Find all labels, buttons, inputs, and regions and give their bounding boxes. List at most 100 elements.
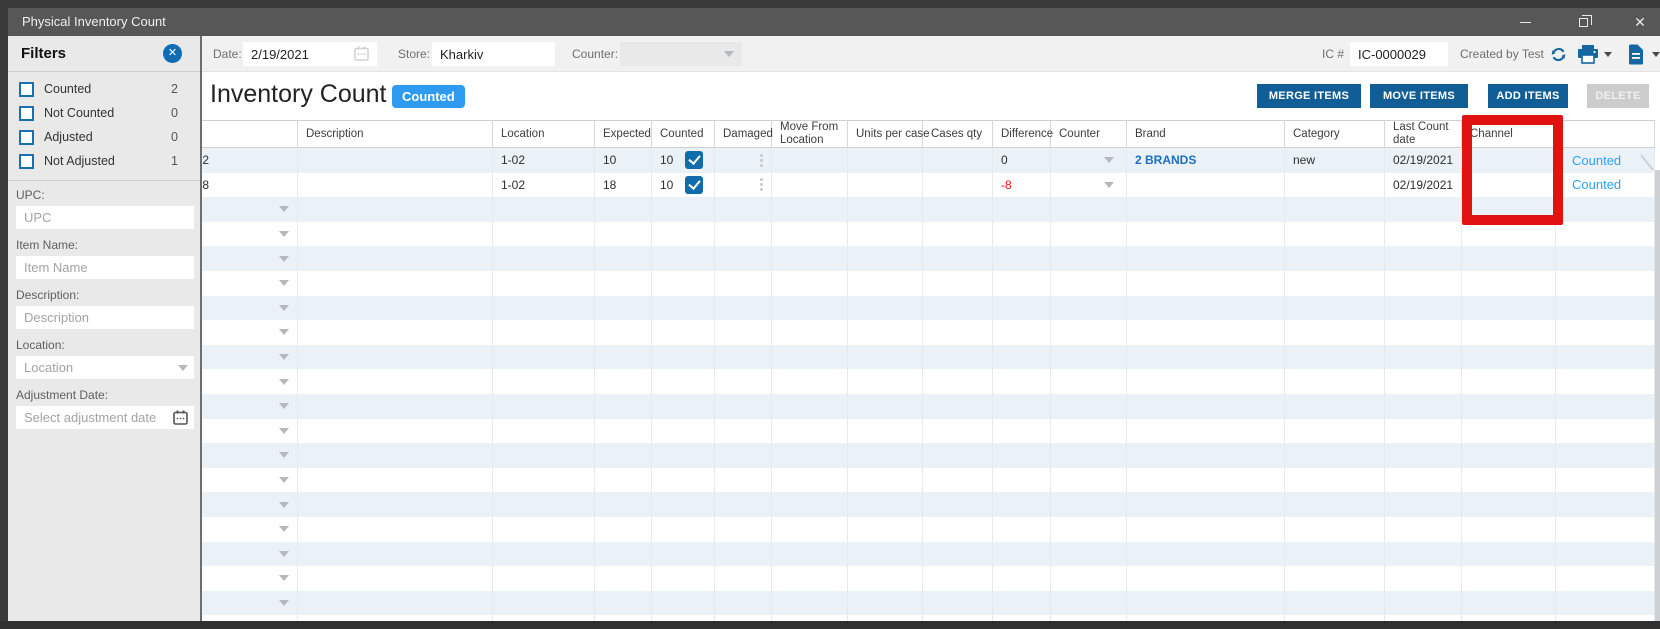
row-status-link[interactable]: Counted	[1572, 177, 1621, 192]
chevron-down-icon[interactable]	[1104, 157, 1114, 164]
chevron-down-icon[interactable]	[279, 280, 289, 287]
chevron-down-icon[interactable]	[279, 550, 289, 557]
export-options-caret-icon[interactable]	[1652, 52, 1660, 57]
chevron-down-icon[interactable]	[279, 231, 289, 238]
cell-status	[1556, 221, 1655, 247]
chevron-down-icon[interactable]	[279, 526, 289, 533]
column-header-counted[interactable]: Counted	[652, 121, 715, 147]
add-items-button[interactable]: ADD ITEMS	[1488, 84, 1568, 108]
table-row[interactable]: 0021-02101002 BRANDSnew02/19/2021Counted	[160, 148, 1655, 173]
column-header-movefrom[interactable]: Move From Location	[772, 121, 848, 147]
table-empty-row[interactable]	[160, 418, 1655, 444]
filter-checkbox-not-adjusted[interactable]: Not Adjusted 1	[8, 152, 200, 174]
description-input[interactable]	[16, 306, 194, 329]
cell-counted	[652, 320, 715, 345]
refresh-icon[interactable]	[1549, 44, 1568, 64]
table-empty-row[interactable]	[160, 197, 1655, 222]
chevron-down-icon[interactable]	[279, 255, 289, 262]
adjustment-date-input[interactable]	[16, 406, 194, 429]
move-items-button[interactable]: MOVE ITEMS	[1370, 84, 1468, 108]
column-header-status[interactable]	[1556, 121, 1655, 147]
maximize-button[interactable]	[1560, 8, 1606, 36]
counted-checkbox[interactable]	[685, 151, 704, 170]
store-input[interactable]	[432, 42, 555, 66]
column-header-cases[interactable]: Cases qty	[923, 121, 993, 147]
table-empty-row[interactable]	[160, 492, 1655, 517]
chevron-down-icon[interactable]	[279, 427, 289, 434]
cell-units	[848, 492, 923, 517]
column-header-category[interactable]: Category	[1285, 121, 1385, 147]
cell-expected	[595, 221, 652, 247]
chevron-down-icon[interactable]	[279, 477, 289, 484]
chevron-down-icon[interactable]	[279, 599, 289, 606]
close-button[interactable]: ✕	[1617, 8, 1660, 36]
delete-button[interactable]: DELETE	[1587, 84, 1649, 108]
cell-damaged	[715, 443, 772, 468]
filter-checkbox-adjusted[interactable]: Adjusted 0	[8, 128, 200, 150]
table-empty-row[interactable]	[160, 590, 1655, 616]
brand-link[interactable]: 2 BRANDS	[1135, 153, 1196, 167]
counted-checkbox[interactable]	[685, 175, 704, 194]
chevron-down-icon[interactable]	[279, 452, 289, 459]
table-empty-row[interactable]	[160, 369, 1655, 394]
cell-description	[298, 566, 493, 591]
table-row[interactable]: 3081-021810-802/19/2021Counted	[160, 172, 1655, 198]
column-header-description[interactable]: Description	[298, 121, 493, 147]
row-menu-icon[interactable]	[760, 178, 763, 192]
table-empty-row[interactable]	[160, 295, 1655, 321]
filter-checkbox-counted[interactable]: Counted 2	[8, 80, 200, 102]
item-name-input[interactable]	[16, 256, 194, 279]
chevron-down-icon[interactable]	[279, 575, 289, 582]
table-empty-row[interactable]	[160, 320, 1655, 345]
merge-items-button[interactable]: MERGE ITEMS	[1257, 84, 1361, 108]
chevron-down-icon[interactable]	[279, 354, 289, 361]
table-empty-row[interactable]	[160, 516, 1655, 542]
table-empty-row[interactable]	[160, 467, 1655, 493]
checkbox-icon[interactable]	[19, 106, 34, 121]
column-header-difference[interactable]: Difference	[993, 121, 1053, 147]
counter-label: Counter:	[572, 47, 619, 61]
vertical-scrollbar[interactable]	[1655, 170, 1660, 621]
print-icon[interactable]	[1577, 44, 1599, 64]
chevron-down-icon[interactable]	[279, 501, 289, 508]
chevron-down-icon[interactable]	[279, 378, 289, 385]
print-options-caret-icon[interactable]	[1604, 52, 1612, 57]
chevron-down-icon[interactable]	[279, 206, 289, 213]
chevron-down-icon[interactable]	[279, 329, 289, 336]
cell-cases	[923, 148, 993, 173]
location-select[interactable]	[16, 356, 194, 379]
upc-input[interactable]	[16, 206, 194, 229]
checkbox-icon[interactable]	[19, 82, 34, 97]
table-empty-row[interactable]	[160, 443, 1655, 468]
row-menu-icon[interactable]	[760, 153, 763, 167]
filter-checkbox-not-counted[interactable]: Not Counted 0	[8, 104, 200, 126]
table-empty-row[interactable]	[160, 221, 1655, 247]
column-header-units[interactable]: Units per case	[848, 121, 930, 147]
row-status-link[interactable]: Counted	[1572, 153, 1621, 168]
cell-expected: 10	[595, 148, 652, 173]
column-header-counter[interactable]: Counter	[1051, 121, 1127, 147]
cell-damaged	[715, 246, 772, 271]
table-empty-row[interactable]	[160, 246, 1655, 271]
table-empty-row[interactable]	[160, 270, 1655, 296]
ic-number-input[interactable]	[1350, 42, 1448, 66]
table-empty-row[interactable]	[160, 541, 1655, 567]
minimize-button[interactable]	[1502, 8, 1548, 36]
close-filters-icon[interactable]: ✕	[163, 44, 182, 63]
cell-description	[298, 418, 493, 444]
counter-dropdown[interactable]	[620, 42, 742, 66]
column-header-expected[interactable]: Expected	[595, 121, 652, 147]
export-document-icon[interactable]	[1627, 44, 1645, 64]
chevron-down-icon[interactable]	[279, 403, 289, 410]
table-empty-row[interactable]	[160, 393, 1655, 419]
column-header-brand[interactable]: Brand	[1127, 121, 1285, 147]
chevron-down-icon[interactable]	[1104, 181, 1114, 188]
checkbox-icon[interactable]	[19, 130, 34, 145]
table-empty-row[interactable]	[160, 566, 1655, 591]
column-header-lastcount[interactable]: Last Count date	[1385, 121, 1462, 147]
column-header-location[interactable]: Location	[493, 121, 595, 147]
column-header-damaged[interactable]: Damaged	[715, 121, 773, 147]
chevron-down-icon[interactable]	[279, 304, 289, 311]
table-empty-row[interactable]	[160, 344, 1655, 370]
checkbox-icon[interactable]	[19, 154, 34, 169]
